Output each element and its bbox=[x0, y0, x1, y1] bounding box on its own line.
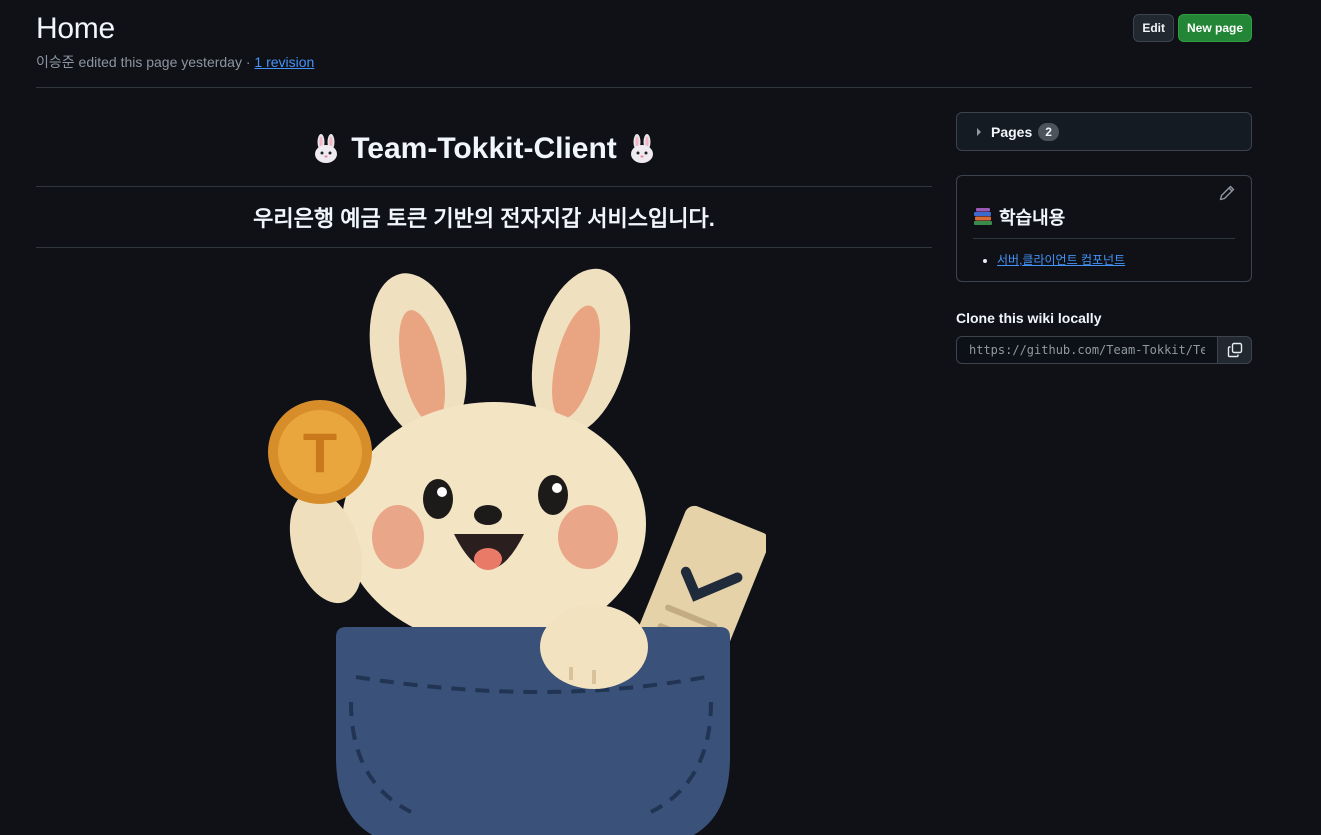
sidebar-heading-text: 학습내용 bbox=[999, 208, 1066, 228]
page-header: Home 이승준 edited this page yesterday · 1 … bbox=[36, 12, 1252, 88]
sidebar-link-list: 서버,클라이언트 컴포넌트 bbox=[973, 251, 1235, 268]
wiki-sidebar: Pages 2 학습내용 서버,클라이언트 컴포넌트 Clone this wi… bbox=[956, 112, 1252, 364]
page-title: Home bbox=[36, 12, 115, 45]
edit-button[interactable]: Edit bbox=[1133, 14, 1174, 42]
clone-url-group bbox=[956, 336, 1252, 364]
header-actions: Edit New page bbox=[1133, 14, 1252, 42]
pages-toggle[interactable]: Pages 2 bbox=[956, 112, 1252, 151]
clone-label: Clone this wiki locally bbox=[956, 310, 1102, 326]
rabbit-face-icon bbox=[630, 134, 653, 163]
wiki-content: Team-Tokkit-Client 우리은행 예금 토큰 기반의 전자지갑 서… bbox=[36, 112, 932, 835]
sidebar-link[interactable]: 서버,클라이언트 컴포넌트 bbox=[997, 253, 1125, 267]
pencil-icon[interactable] bbox=[1219, 185, 1235, 201]
copy-button[interactable] bbox=[1218, 336, 1252, 364]
page-meta: 이승준 edited this page yesterday · 1 revis… bbox=[36, 52, 1252, 72]
clone-url-input[interactable] bbox=[956, 336, 1218, 364]
copy-icon bbox=[1227, 342, 1242, 358]
sidebar-heading: 학습내용 bbox=[973, 204, 1235, 239]
rabbit-pocket-illustration: T bbox=[268, 268, 766, 835]
wiki-heading: Team-Tokkit-Client bbox=[36, 112, 932, 187]
wiki-subheading: 우리은행 예금 토큰 기반의 전자지갑 서비스입니다. bbox=[36, 187, 932, 248]
pages-count-badge: 2 bbox=[1038, 122, 1059, 141]
coin-letter: T bbox=[303, 421, 337, 484]
revision-link[interactable]: 1 revision bbox=[254, 54, 314, 70]
wiki-heading-text: Team-Tokkit-Client bbox=[351, 132, 617, 165]
list-item: 서버,클라이언트 컴포넌트 bbox=[997, 251, 1235, 268]
custom-sidebar: 학습내용 서버,클라이언트 컴포넌트 bbox=[956, 175, 1252, 282]
books-icon bbox=[974, 208, 992, 225]
pages-label: Pages bbox=[991, 123, 1033, 140]
last-edited-text: 이승준 edited this page yesterday · bbox=[36, 54, 255, 70]
new-page-button[interactable]: New page bbox=[1177, 14, 1252, 42]
rabbit-face-icon bbox=[315, 134, 338, 163]
caret-right-icon bbox=[977, 127, 981, 136]
